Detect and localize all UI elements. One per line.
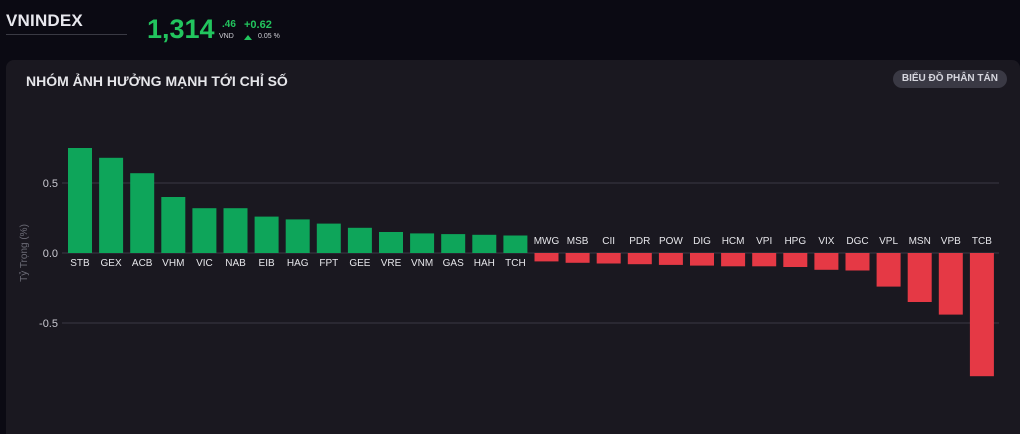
bar-hcm[interactable] bbox=[721, 253, 746, 267]
category-label-vix: VIX bbox=[818, 236, 834, 247]
bar-vpi[interactable] bbox=[752, 253, 777, 267]
bar-msb[interactable] bbox=[565, 253, 590, 263]
category-label-vic: VIC bbox=[196, 258, 213, 269]
arrow-up-icon bbox=[244, 35, 252, 40]
category-label-stb: STB bbox=[70, 258, 90, 269]
bar-nab[interactable] bbox=[223, 208, 248, 253]
bar-vhm[interactable] bbox=[161, 197, 186, 253]
index-name[interactable]: VNINDEX bbox=[6, 11, 83, 31]
category-label-pdr: PDR bbox=[629, 236, 650, 247]
category-label-tch: TCH bbox=[505, 258, 526, 269]
bar-pdr[interactable] bbox=[627, 253, 652, 265]
bar-msn[interactable] bbox=[907, 253, 932, 302]
bar-mwg[interactable] bbox=[534, 253, 559, 262]
category-label-cii: CII bbox=[602, 236, 615, 247]
bar-vix[interactable] bbox=[814, 253, 839, 270]
category-label-vhm: VHM bbox=[162, 258, 184, 269]
index-header: VNINDEX 1,314 .46 VND +0.62 0.05 % bbox=[0, 0, 1020, 60]
bar-eib[interactable] bbox=[254, 216, 279, 253]
category-label-hpg: HPG bbox=[784, 236, 806, 247]
category-label-acb: ACB bbox=[132, 258, 153, 269]
influence-panel: NHÓM ẢNH HƯỞNG MẠNH TỚI CHỈ SỐ BIỂU ĐỒ P… bbox=[6, 60, 1020, 434]
bar-tch[interactable] bbox=[503, 235, 528, 254]
category-label-vpb: VPB bbox=[941, 236, 961, 247]
influence-bar-chart: 0.5 0.0 -0.5 Tỷ Trọng (%) STB GEX ACB VHM VIC NAB… bbox=[18, 148, 999, 377]
category-label-gas: GAS bbox=[443, 258, 464, 269]
category-label-tcb: TCB bbox=[972, 236, 992, 247]
bar-acb[interactable] bbox=[130, 173, 155, 253]
index-value: 1,314 bbox=[147, 14, 215, 44]
bar-vic[interactable] bbox=[192, 208, 217, 253]
y-tick-label: 0.0 bbox=[43, 248, 58, 260]
index-change-percent: 0.05 % bbox=[258, 33, 280, 40]
category-label-hcm: HCM bbox=[722, 236, 745, 247]
index-change: +0.62 bbox=[244, 19, 272, 31]
bar-hpg[interactable] bbox=[783, 253, 808, 267]
category-label-nab: NAB bbox=[225, 258, 246, 269]
bar-hah[interactable] bbox=[472, 234, 497, 253]
bar-stb[interactable] bbox=[68, 148, 92, 253]
y-tick-label: -0.5 bbox=[39, 318, 58, 330]
bar-gee[interactable] bbox=[347, 227, 372, 253]
index-value-decimal: .46 bbox=[222, 19, 236, 30]
category-label-eib: EIB bbox=[259, 258, 275, 269]
bar-vpl[interactable] bbox=[876, 253, 901, 287]
category-label-gee: GEE bbox=[349, 258, 370, 269]
index-name-underline bbox=[6, 34, 127, 35]
bar-pow[interactable] bbox=[658, 253, 683, 265]
category-label-vnm: VNM bbox=[411, 258, 433, 269]
bar-vpb[interactable] bbox=[938, 253, 963, 315]
bar-gas[interactable] bbox=[441, 234, 466, 253]
bar-tcb[interactable] bbox=[969, 253, 994, 377]
category-label-msb: MSB bbox=[567, 236, 589, 247]
currency-label: VND bbox=[219, 33, 234, 40]
category-label-vre: VRE bbox=[381, 258, 402, 269]
y-tick-label: 0.5 bbox=[43, 178, 58, 190]
category-label-hag: HAG bbox=[287, 258, 309, 269]
category-label-pow: POW bbox=[659, 236, 683, 247]
category-label-gex: GEX bbox=[101, 258, 122, 269]
category-label-vpl: VPL bbox=[879, 236, 898, 247]
bar-vnm[interactable] bbox=[410, 233, 435, 253]
category-label-dig: DIG bbox=[693, 236, 711, 247]
bar-gex[interactable] bbox=[99, 157, 124, 253]
bar-vre[interactable] bbox=[379, 232, 403, 253]
category-label-mwg: MWG bbox=[534, 236, 560, 247]
bar-hag[interactable] bbox=[285, 219, 310, 253]
category-label-dgc: DGC bbox=[846, 236, 868, 247]
category-label-hah: HAH bbox=[474, 258, 495, 269]
bar-cii[interactable] bbox=[596, 253, 621, 264]
y-axis-label: Tỷ Trọng (%) bbox=[18, 224, 30, 282]
bar-fpt[interactable] bbox=[316, 223, 341, 253]
bar-dgc[interactable] bbox=[845, 253, 870, 271]
category-label-msn: MSN bbox=[909, 236, 931, 247]
category-label-vpi: VPI bbox=[756, 236, 772, 247]
bar-dig[interactable] bbox=[690, 253, 714, 266]
category-label-fpt: FPT bbox=[319, 258, 338, 269]
